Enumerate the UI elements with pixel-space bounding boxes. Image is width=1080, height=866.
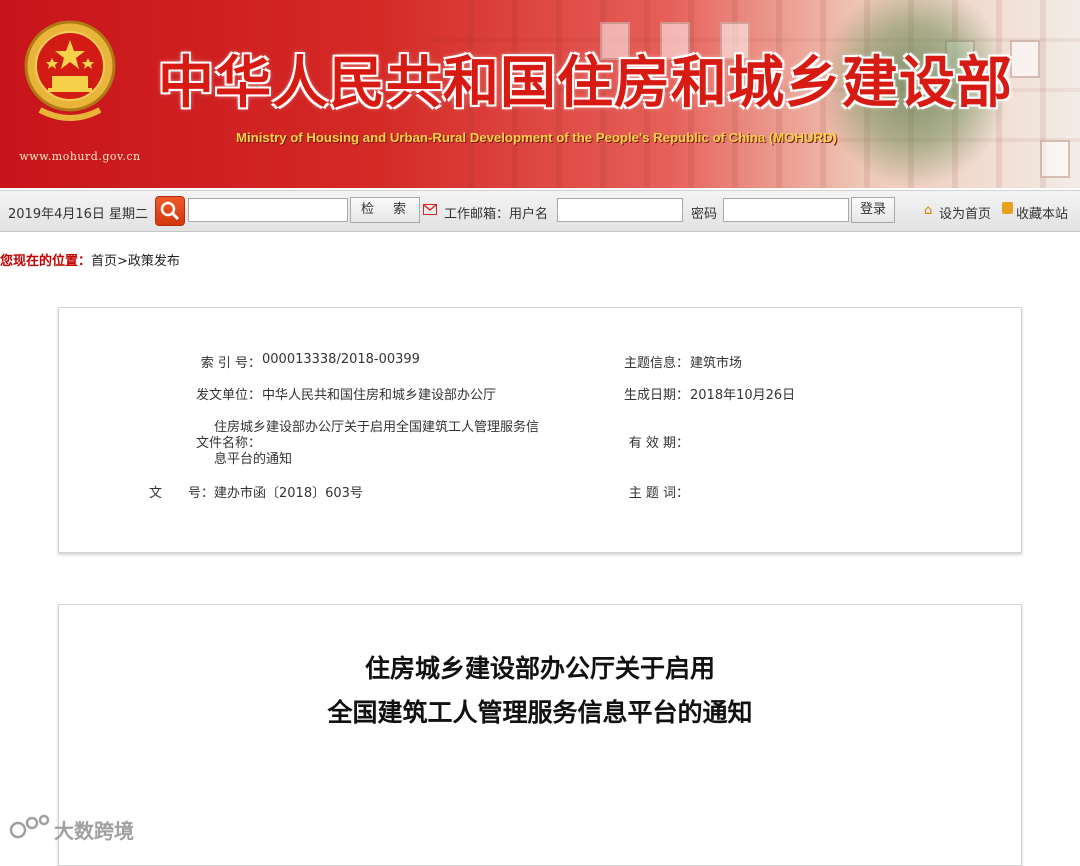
building-window — [1010, 40, 1040, 78]
search-button[interactable]: 检 索 — [350, 197, 420, 223]
search-icon[interactable] — [155, 196, 185, 226]
topic-label: 主题信息： — [623, 356, 689, 371]
mail-icon — [423, 203, 437, 215]
breadcrumb-label: 您现在的位置： — [0, 254, 92, 269]
password-label: 密码 — [691, 207, 718, 222]
document-name-line1: 住房城乡建设部办公厅关于启用全国建筑工人管理服务信 — [214, 420, 540, 435]
site-title: 中华人民共和国住房和城乡建设部 — [158, 51, 1013, 116]
watermark: 大数跨境 — [8, 812, 148, 843]
bookmark-icon — [1002, 202, 1013, 214]
article-title-line2: 全国建筑工人管理服务信息平台的通知 — [327, 698, 753, 727]
watermark-logo-icon — [9, 814, 50, 839]
article-body: 住房城乡建设部办公厅关于启用 全国建筑工人管理服务信息平台的通知 — [58, 604, 1022, 866]
issuer-value: 中华人民共和国住房和城乡建设部办公厅 — [262, 388, 497, 403]
site-url: www.mohurd.gov.cn — [19, 150, 141, 163]
topic-value: 建筑市场 — [690, 356, 743, 371]
validity-label: 有 效 期： — [628, 436, 689, 451]
document-number-label: 文 号： — [148, 486, 214, 501]
top-toolbar: 2019年4月16日 星期二 检 索 工作邮箱：用户名 密码 登录 ⌂ 设为首页… — [0, 190, 1080, 232]
breadcrumb-path[interactable]: 首页>政策发布 — [91, 254, 180, 269]
set-homepage-link[interactable]: 设为首页 — [939, 203, 991, 222]
mailbox-username-label: 工作邮箱：用户名 — [444, 207, 549, 222]
document-metadata-panel: 索 引 号： 000013338/2018-00399 主题信息： 建筑市场 发… — [58, 307, 1022, 553]
national-emblem-icon — [24, 20, 116, 121]
site-banner: www.mohurd.gov.cn 中华人民共和国住房和城乡建设部 Minist… — [0, 0, 1080, 188]
bookmark-link[interactable]: 收藏本站 — [1016, 203, 1068, 222]
search-input[interactable] — [188, 198, 348, 222]
index-number-label: 索 引 号： — [200, 356, 261, 371]
login-button[interactable]: 登录 — [851, 197, 895, 223]
generated-date-label: 生成日期： — [623, 388, 689, 403]
password-input[interactable] — [723, 198, 849, 222]
building-window — [1040, 140, 1070, 178]
username-input[interactable] — [557, 198, 683, 222]
issuer-label: 发文单位： — [195, 388, 261, 403]
document-number-value: 建办市函〔2018〕603号 — [214, 486, 363, 501]
article-title-line1: 住房城乡建设部办公厅关于启用 — [364, 654, 715, 683]
document-name-line2: 息平台的通知 — [214, 452, 293, 467]
watermark-text: 大数跨境 — [54, 819, 134, 843]
generated-date-value: 2018年10月26日 — [690, 388, 796, 403]
index-number-value: 000013338/2018-00399 — [262, 352, 420, 367]
breadcrumb: 您现在的位置：首页>政策发布 — [0, 250, 180, 269]
current-date: 2019年4月16日 星期二 — [8, 207, 149, 222]
keywords-label: 主 题 词： — [628, 486, 689, 501]
site-subtitle: Ministry of Housing and Urban-Rural Deve… — [236, 130, 837, 145]
home-icon: ⌂ — [924, 203, 933, 218]
